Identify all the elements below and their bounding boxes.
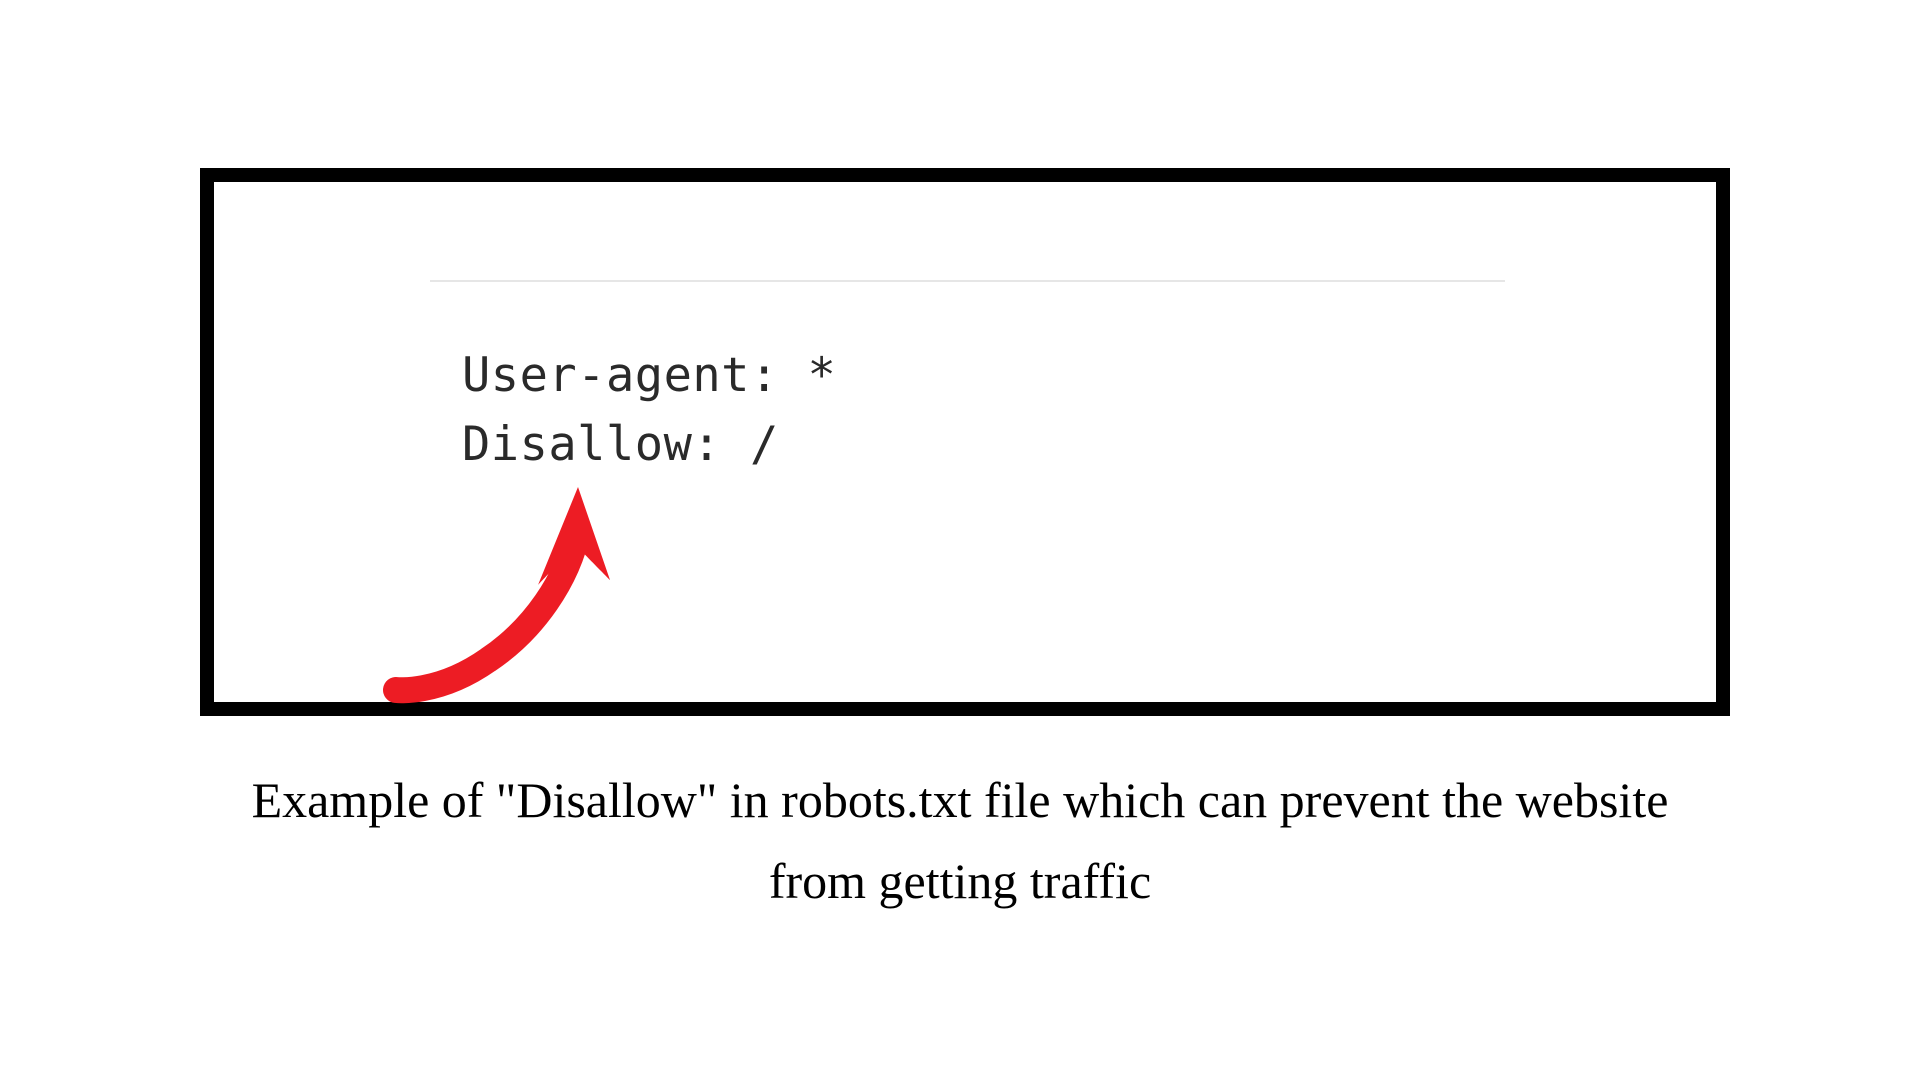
figure-caption: Example of "Disallow" in robots.txt file… [0, 760, 1920, 922]
divider-line [430, 280, 1505, 282]
figure-canvas: User-agent: * Disallow: / Example of "Di… [0, 0, 1920, 1080]
code-line-disallow: Disallow: / [462, 411, 836, 480]
robots-txt-code: User-agent: * Disallow: / [462, 342, 836, 479]
code-line-user-agent: User-agent: * [462, 342, 836, 411]
screenshot-frame [200, 168, 1730, 716]
